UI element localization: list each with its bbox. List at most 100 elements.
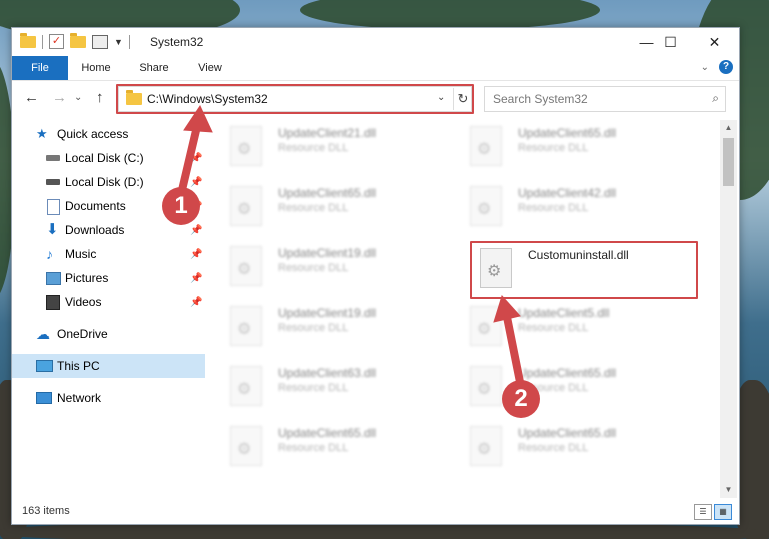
file-type: Resource DLL — [278, 442, 349, 454]
pin-icon[interactable]: 📌 — [190, 147, 202, 171]
pin-icon[interactable]: 📌 — [190, 267, 202, 291]
file-type: Resource DLL — [278, 142, 349, 154]
sidebar-item-this-pc[interactable]: This PC — [12, 354, 205, 378]
pictures-icon — [46, 272, 61, 285]
sidebar-item-onedrive[interactable]: ☁ OneDrive — [12, 322, 205, 346]
ribbon-tabs: File Home Share View ⌄ ? — [12, 56, 739, 81]
star-icon: ★ — [36, 126, 48, 141]
dll-file-icon — [470, 186, 502, 226]
dll-file-icon — [230, 366, 262, 406]
file-name: UpdateClient42.dll — [518, 186, 617, 200]
dll-file-icon — [230, 306, 262, 346]
file-type: Resource DLL — [518, 442, 589, 454]
properties-check-icon[interactable]: ✓ — [49, 34, 64, 49]
file-item[interactable]: UpdateClient19.dll Resource DLL — [212, 300, 442, 356]
close-button[interactable]: ✕ — [692, 28, 737, 56]
sidebar-label: This PC — [57, 359, 100, 373]
file-item[interactable]: UpdateClient19.dll Resource DLL — [212, 240, 442, 296]
search-icon[interactable]: ⌕ — [712, 91, 719, 106]
sidebar-item-local-disk-c[interactable]: Local Disk (C:) 📌 — [12, 146, 205, 170]
maximize-button[interactable]: ☐ — [648, 28, 693, 56]
customize-dropdown-icon[interactable]: ▼ — [114, 37, 123, 47]
file-item[interactable]: UpdateClient65.dll Resource DLL — [452, 360, 682, 416]
scroll-up-icon[interactable]: ▲ — [720, 120, 737, 136]
navigation-bar: ← → ⌄ ↑ C:\Windows\System32 ⌄ ↻ Search S… — [12, 81, 739, 115]
address-highlight-box — [116, 84, 474, 114]
file-type: Resource DLL — [518, 202, 589, 214]
sidebar-item-pictures[interactable]: Pictures 📌 — [12, 266, 205, 290]
pin-icon[interactable]: 📌 — [190, 219, 202, 243]
dll-file-icon — [470, 426, 502, 466]
back-arrow-icon[interactable]: ← — [24, 89, 39, 106]
sidebar-label: Music — [65, 247, 97, 261]
scroll-down-icon[interactable]: ▼ — [720, 482, 737, 498]
file-name: UpdateClient65.dll — [278, 186, 377, 200]
file-item[interactable]: UpdateClient21.dll Resource DLL — [212, 120, 442, 176]
divider — [128, 34, 130, 49]
network-icon — [36, 392, 52, 404]
drive-icon — [46, 179, 60, 185]
dll-file-icon — [230, 246, 262, 286]
file-item[interactable]: UpdateClient5.dll Resource DLL — [452, 300, 682, 356]
sidebar-label: Local Disk (C:) — [65, 151, 144, 165]
sidebar-item-quick-access[interactable]: ★ Quick access — [12, 122, 205, 146]
file-name: UpdateClient19.dll — [278, 246, 377, 260]
search-box[interactable]: Search System32 ⌕ — [484, 86, 726, 112]
step-1-badge: 1 — [162, 187, 200, 225]
up-arrow-icon[interactable]: ↑ — [96, 89, 104, 106]
file-name: UpdateClient21.dll — [278, 126, 377, 140]
properties-icon[interactable] — [92, 34, 108, 49]
documents-icon — [47, 199, 60, 215]
file-name: UpdateClient65.dll — [518, 426, 617, 440]
sidebar-item-music[interactable]: ♪ Music 📌 — [12, 242, 205, 266]
expand-ribbon-chevron-icon[interactable]: ⌄ — [701, 62, 709, 73]
dll-file-icon — [470, 126, 502, 166]
file-type: Resource DLL — [278, 322, 349, 334]
tab-file[interactable]: File — [12, 56, 68, 80]
help-icon[interactable]: ? — [719, 60, 733, 74]
file-item[interactable]: UpdateClient65.dll Resource DLL — [452, 120, 682, 176]
tab-share[interactable]: Share — [132, 56, 176, 80]
search-placeholder[interactable]: Search System32 — [493, 92, 588, 106]
file-type: Resource DLL — [518, 322, 589, 334]
file-item[interactable]: UpdateClient42.dll Resource DLL — [452, 180, 682, 236]
forward-arrow-icon[interactable]: → — [52, 89, 67, 106]
navigation-pane: ★ Quick access Local Disk (C:) 📌 Local D… — [12, 120, 205, 498]
drive-icon — [46, 155, 60, 161]
dll-file-icon — [470, 366, 502, 406]
folder-icon[interactable] — [20, 32, 36, 48]
sidebar-label: Downloads — [65, 223, 125, 237]
new-folder-icon[interactable] — [70, 32, 86, 48]
sidebar-item-videos[interactable]: Videos 📌 — [12, 290, 205, 314]
downloads-icon: ⬇ — [46, 221, 59, 238]
file-item[interactable]: UpdateClient65.dll Resource DLL — [212, 180, 442, 236]
dll-file-icon — [230, 186, 262, 226]
divider — [42, 34, 43, 49]
recent-locations-chevron-icon[interactable]: ⌄ — [74, 92, 82, 103]
pin-icon[interactable]: 📌 — [190, 243, 202, 267]
file-type: Resource DLL — [278, 202, 349, 214]
pin-icon[interactable]: 📌 — [190, 291, 202, 315]
file-type: Resource DLL — [518, 142, 589, 154]
file-name: UpdateClient65.dll — [518, 366, 617, 380]
title-bar: ✓ ▼ System32 — ☐ ✕ — [12, 28, 739, 56]
vertical-scrollbar[interactable]: ▲ ▼ — [720, 120, 737, 498]
file-name: UpdateClient19.dll — [278, 306, 377, 320]
cloud-icon: ☁ — [36, 326, 50, 342]
sidebar-label: Local Disk (D:) — [65, 175, 144, 189]
file-name: UpdateClient5.dll — [518, 306, 610, 320]
sidebar-label: Documents — [65, 199, 126, 213]
sidebar-item-network[interactable]: Network — [12, 386, 205, 410]
tab-view[interactable]: View — [188, 56, 232, 80]
file-list: UpdateClient21.dll Resource DLL UpdateCl… — [212, 120, 720, 500]
sidebar-label: Quick access — [57, 127, 129, 141]
details-view-icon[interactable]: ☰ — [694, 504, 712, 520]
large-icons-view-icon[interactable]: ▦ — [714, 504, 732, 520]
scrollbar-thumb[interactable] — [723, 138, 734, 186]
videos-icon — [46, 295, 60, 310]
file-item[interactable]: UpdateClient63.dll Resource DLL — [212, 360, 442, 416]
explorer-window: ✓ ▼ System32 — ☐ ✕ File Home Share View … — [11, 27, 740, 525]
file-item[interactable]: UpdateClient65.dll Resource DLL — [212, 420, 442, 476]
tab-home[interactable]: Home — [74, 56, 118, 80]
file-item[interactable]: UpdateClient65.dll Resource DLL — [452, 420, 682, 476]
